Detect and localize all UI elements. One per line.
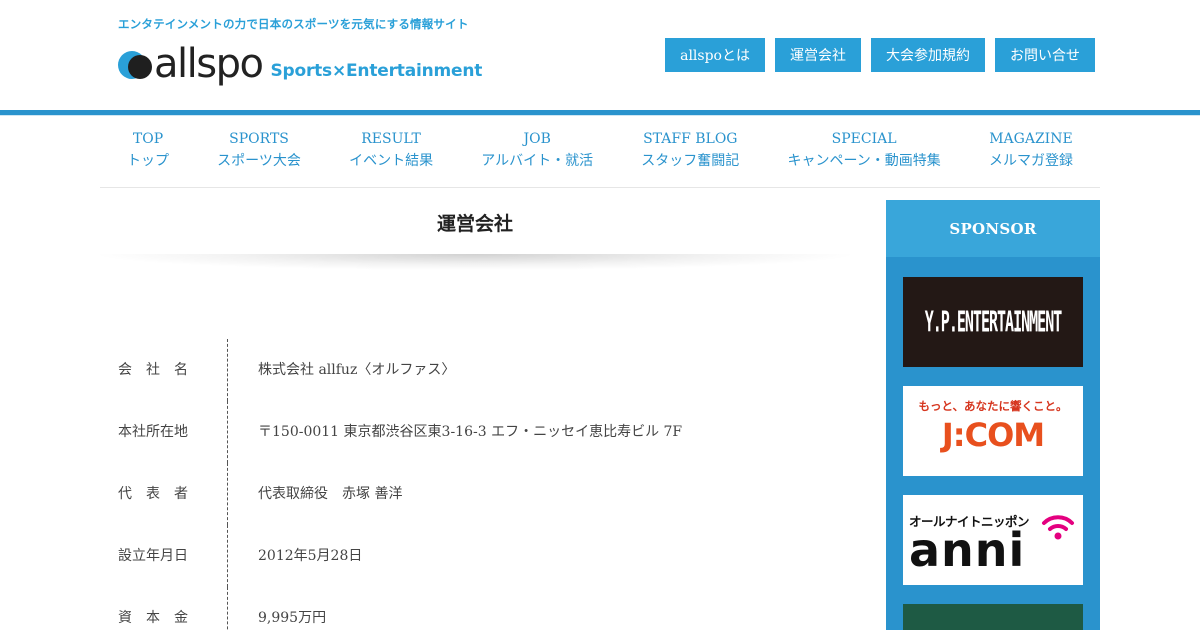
main-nav-special-en: SPECIAL: [831, 131, 897, 147]
main-nav-magazine-ja: メルマガ登録: [988, 153, 1073, 169]
company-info-table: 会 社 名 株式会社 allfuz〈オルファス〉 本社所在地 〒150-0011…: [100, 339, 850, 630]
logo-mark-icon: [118, 49, 152, 83]
table-row: 設立年月日 2012年5月28日: [100, 525, 850, 587]
page-title-shadow: [100, 254, 850, 270]
main-nav-staff-blog-en: STAFF BLOG: [643, 131, 738, 147]
top-nav-terms-button[interactable]: 大会参加規約: [871, 38, 985, 72]
address-label: 本社所在地: [100, 401, 228, 463]
anni-logo-text: anni: [909, 523, 1026, 577]
representative-label: 代 表 者: [100, 463, 228, 525]
main-nav: TOP トップ SPORTS スポーツ大会 RESULT イベント結果 JOB …: [100, 116, 1100, 188]
sponsor-banner-jcom[interactable]: もっと、あなたに響くこと。 J:COM: [903, 386, 1083, 476]
main-nav-top-ja: トップ: [127, 153, 169, 169]
main-nav-staff-blog-ja: スタッフ奮闘記: [641, 153, 740, 169]
site-tagline: エンタテインメントの力で日本のスポーツを元気にする情報サイト: [118, 17, 469, 31]
capital-label: 資 本 金: [100, 587, 228, 630]
main-nav-result-ja: イベント結果: [349, 153, 434, 169]
site-header: エンタテインメントの力で日本のスポーツを元気にする情報サイト allspo Sp…: [0, 0, 1200, 110]
main-nav-sports-en: SPORTS: [229, 131, 289, 147]
main-nav-staff-blog[interactable]: STAFF BLOG スタッフ奮闘記: [641, 116, 739, 187]
page-title: 運営会社: [436, 212, 513, 235]
top-nav-company-button[interactable]: 運営会社: [775, 38, 861, 72]
main-content: 運営会社 会 社 名 株式会社 allfuz〈オルファス〉 本社所在地 〒150…: [100, 188, 850, 630]
main-nav-result[interactable]: RESULT イベント結果: [349, 116, 433, 187]
main-nav-sports-ja: スポーツ大会: [217, 153, 301, 169]
address-value: 〒150-0011 東京都渋谷区東3-16-3 エフ・ニッセイ恵比寿ビル 7F: [258, 424, 683, 440]
wifi-signal-icon: [1042, 515, 1074, 540]
main-nav-magazine[interactable]: MAGAZINE メルマガ登録: [989, 116, 1073, 187]
table-row: 代 表 者 代表取締役 赤塚 善洋: [100, 463, 850, 525]
top-nav-contact-button[interactable]: お問い合せ: [995, 38, 1095, 72]
main-nav-special[interactable]: SPECIAL キャンペーン・動画特集: [787, 116, 940, 187]
sponsor-banner-anni[interactable]: オールナイトニッポン anni: [903, 495, 1083, 585]
main-nav-top[interactable]: TOP トップ: [127, 116, 169, 187]
representative-value: 代表取締役 赤塚 善洋: [258, 486, 403, 502]
founded-label: 設立年月日: [100, 525, 228, 587]
main-nav-job[interactable]: JOB アルバイト・就活: [481, 116, 593, 187]
jcom-tagline: もっと、あなたに響くこと。: [918, 399, 1068, 413]
sponsor-banner-yp-entertainment[interactable]: Y.P.ENTERTAINMENT: [903, 277, 1083, 367]
site-logo[interactable]: allspo Sports×Entertainment: [118, 38, 482, 94]
sponsor-sidebar: SPONSOR Y.P.ENTERTAINMENT もっと、あなたに響くこと。 …: [886, 200, 1100, 630]
jcom-logo-text: J:COM: [941, 416, 1045, 454]
table-row: 本社所在地 〒150-0011 東京都渋谷区東3-16-3 エフ・ニッセイ恵比寿…: [100, 401, 850, 463]
founded-value: 2012年5月28日: [258, 548, 363, 564]
logo-wordmark: allspo: [154, 41, 264, 87]
top-nav: allspoとは 運営会社 大会参加規約 お問い合せ: [665, 38, 1095, 72]
main-nav-result-en: RESULT: [361, 131, 421, 147]
sponsor-heading: SPONSOR: [886, 200, 1100, 257]
logo-subtitle: Sports×Entertainment: [270, 61, 483, 81]
capital-value: 9,995万円: [258, 610, 327, 626]
company-name-value: 株式会社 allfuz〈オルファス〉: [258, 362, 456, 378]
company-name-label: 会 社 名: [100, 339, 228, 401]
table-row: 会 社 名 株式会社 allfuz〈オルファス〉: [100, 339, 850, 401]
main-nav-job-ja: アルバイト・就活: [481, 153, 594, 169]
main-nav-special-ja: キャンペーン・動画特集: [787, 153, 941, 169]
yp-logo-text: Y.P.ENTERTAINMENT: [924, 304, 1063, 340]
main-nav-magazine-en: MAGAZINE: [989, 131, 1073, 147]
table-row: 資 本 金 9,995万円: [100, 587, 850, 630]
main-nav-job-en: JOB: [523, 131, 551, 147]
main-nav-top-en: TOP: [132, 131, 164, 147]
main-nav-sports[interactable]: SPORTS スポーツ大会: [217, 116, 301, 187]
sponsor-banner-partial[interactable]: [903, 604, 1083, 630]
top-nav-about-button[interactable]: allspoとは: [665, 38, 765, 72]
